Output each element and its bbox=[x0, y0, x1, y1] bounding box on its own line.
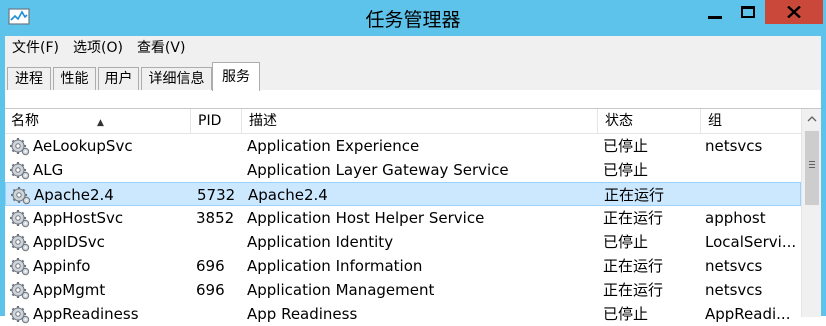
cell-pid: 5732 bbox=[197, 186, 236, 204]
cell-pid: 3852 bbox=[196, 209, 235, 227]
cell-pid: 696 bbox=[196, 281, 225, 299]
cell-description: App Readiness bbox=[247, 305, 358, 323]
cell-status: 正在运行 bbox=[603, 281, 664, 299]
cell-description: Application Management bbox=[247, 281, 435, 299]
table-row[interactable]: AppReadiness App Readiness 已停止 AppReadi.… bbox=[5, 302, 801, 326]
cell-name: ALG bbox=[33, 161, 64, 179]
service-gear-icon bbox=[10, 306, 30, 324]
sort-ascending-icon: ▲ bbox=[97, 118, 104, 128]
table-row[interactable]: Apache2.4 5732 Apache2.4 正在运行 bbox=[5, 182, 801, 206]
cell-status: 正在运行 bbox=[603, 209, 664, 227]
maximize-button[interactable] bbox=[731, 0, 765, 24]
cell-status: 已停止 bbox=[603, 137, 649, 155]
cell-name: AppReadiness bbox=[33, 305, 139, 323]
cell-group: netsvcs bbox=[705, 281, 763, 299]
column-header-description[interactable]: 描述 bbox=[243, 109, 598, 134]
menu-file[interactable]: 文件(F) bbox=[5, 36, 66, 60]
service-gear-icon bbox=[10, 162, 30, 180]
service-gear-icon bbox=[10, 138, 30, 156]
close-button[interactable] bbox=[765, 0, 823, 24]
cell-status: 已停止 bbox=[603, 305, 649, 323]
cell-status: 正在运行 bbox=[603, 257, 664, 275]
cell-group: netsvcs bbox=[705, 137, 763, 155]
cell-name: Apache2.4 bbox=[34, 186, 114, 204]
column-header-name[interactable]: 名称 ▲ bbox=[5, 109, 191, 134]
table-row[interactable]: AppIDSvc Application Identity 已停止 LocalS… bbox=[5, 230, 801, 254]
tab-users[interactable]: 用户 bbox=[98, 67, 139, 91]
list-header: 名称 ▲ PID 描述 状态 组 bbox=[5, 109, 801, 134]
table-row[interactable]: AeLookupSvc Application Experience 已停止 n… bbox=[5, 134, 801, 158]
cell-group: LocalServi... bbox=[705, 233, 797, 251]
cell-name: Appinfo bbox=[33, 257, 91, 275]
services-list: 名称 ▲ PID 描述 状态 组 AeLookupSvc Application… bbox=[5, 108, 821, 324]
vertical-scrollbar[interactable] bbox=[801, 109, 821, 317]
tab-details[interactable]: 详细信息 bbox=[141, 67, 212, 91]
table-row[interactable]: Appinfo 696 Application Information 正在运行… bbox=[5, 254, 801, 278]
client-area: 文件(F) 选项(O) 查看(V) 进程 性能 用户 详细信息 服务 名称 ▲ … bbox=[5, 36, 821, 324]
service-gear-icon bbox=[11, 187, 31, 205]
menu-view[interactable]: 查看(V) bbox=[130, 36, 193, 60]
task-manager-window: 任务管理器 文件(F) 选项(O) 查看(V) 进程 性能 用户 详细信息 服务 bbox=[0, 0, 826, 324]
cell-pid bbox=[196, 230, 242, 254]
cell-group: netsvcs bbox=[705, 257, 763, 275]
cell-pid bbox=[196, 302, 242, 326]
cell-description: Application Layer Gateway Service bbox=[247, 161, 509, 179]
tab-services[interactable]: 服务 bbox=[212, 62, 260, 91]
table-row[interactable]: AppMgmt 696 Application Management 正在运行 … bbox=[5, 278, 801, 302]
title-bar[interactable]: 任务管理器 bbox=[0, 0, 826, 36]
minimize-icon bbox=[708, 15, 722, 19]
scroll-up-button[interactable] bbox=[802, 109, 822, 129]
cell-status: 正在运行 bbox=[604, 186, 665, 204]
service-gear-icon bbox=[10, 210, 30, 228]
cell-group bbox=[705, 158, 801, 182]
close-icon bbox=[787, 6, 801, 18]
column-header-name-label: 名称 bbox=[11, 113, 39, 129]
scroll-thumb[interactable] bbox=[805, 131, 819, 205]
cell-pid: 696 bbox=[196, 257, 225, 275]
maximize-icon bbox=[741, 6, 755, 18]
cell-name: AeLookupSvc bbox=[33, 137, 133, 155]
cell-description: Application Host Helper Service bbox=[247, 209, 485, 227]
grip-icon bbox=[809, 161, 815, 170]
tab-strip: 进程 性能 用户 详细信息 服务 bbox=[5, 62, 821, 116]
cell-description: Application Identity bbox=[247, 233, 394, 251]
chevron-up-icon bbox=[807, 116, 817, 122]
tab-performance[interactable]: 性能 bbox=[53, 67, 96, 91]
cell-description: Application Information bbox=[247, 257, 423, 275]
cell-name: AppHostSvc bbox=[33, 209, 124, 227]
cell-group: AppReadi... bbox=[705, 305, 791, 323]
column-header-pid[interactable]: PID bbox=[192, 109, 242, 134]
menu-bar: 文件(F) 选项(O) 查看(V) bbox=[5, 36, 821, 60]
menu-options[interactable]: 选项(O) bbox=[66, 36, 130, 60]
tab-processes[interactable]: 进程 bbox=[7, 67, 51, 91]
table-row[interactable]: ALG Application Layer Gateway Service 已停… bbox=[5, 158, 801, 182]
cell-description: Apache2.4 bbox=[248, 186, 328, 204]
cell-name: AppIDSvc bbox=[33, 233, 105, 251]
minimize-button[interactable] bbox=[699, 0, 731, 24]
service-gear-icon bbox=[10, 258, 30, 276]
table-row[interactable]: AppHostSvc 3852 Application Host Helper … bbox=[5, 206, 801, 230]
cell-group bbox=[706, 183, 802, 207]
services-panel: 名称 ▲ PID 描述 状态 组 AeLookupSvc Application… bbox=[5, 90, 821, 324]
cell-status: 已停止 bbox=[603, 233, 649, 251]
cell-status: 已停止 bbox=[603, 161, 649, 179]
service-gear-icon bbox=[10, 234, 30, 252]
cell-pid bbox=[196, 158, 242, 182]
cell-pid bbox=[196, 134, 242, 158]
cell-group: apphost bbox=[705, 209, 766, 227]
cell-name: AppMgmt bbox=[33, 281, 106, 299]
cell-description: Application Experience bbox=[247, 137, 420, 155]
column-header-status[interactable]: 状态 bbox=[599, 109, 701, 134]
service-gear-icon bbox=[10, 282, 30, 300]
column-header-group[interactable]: 组 bbox=[702, 109, 801, 134]
